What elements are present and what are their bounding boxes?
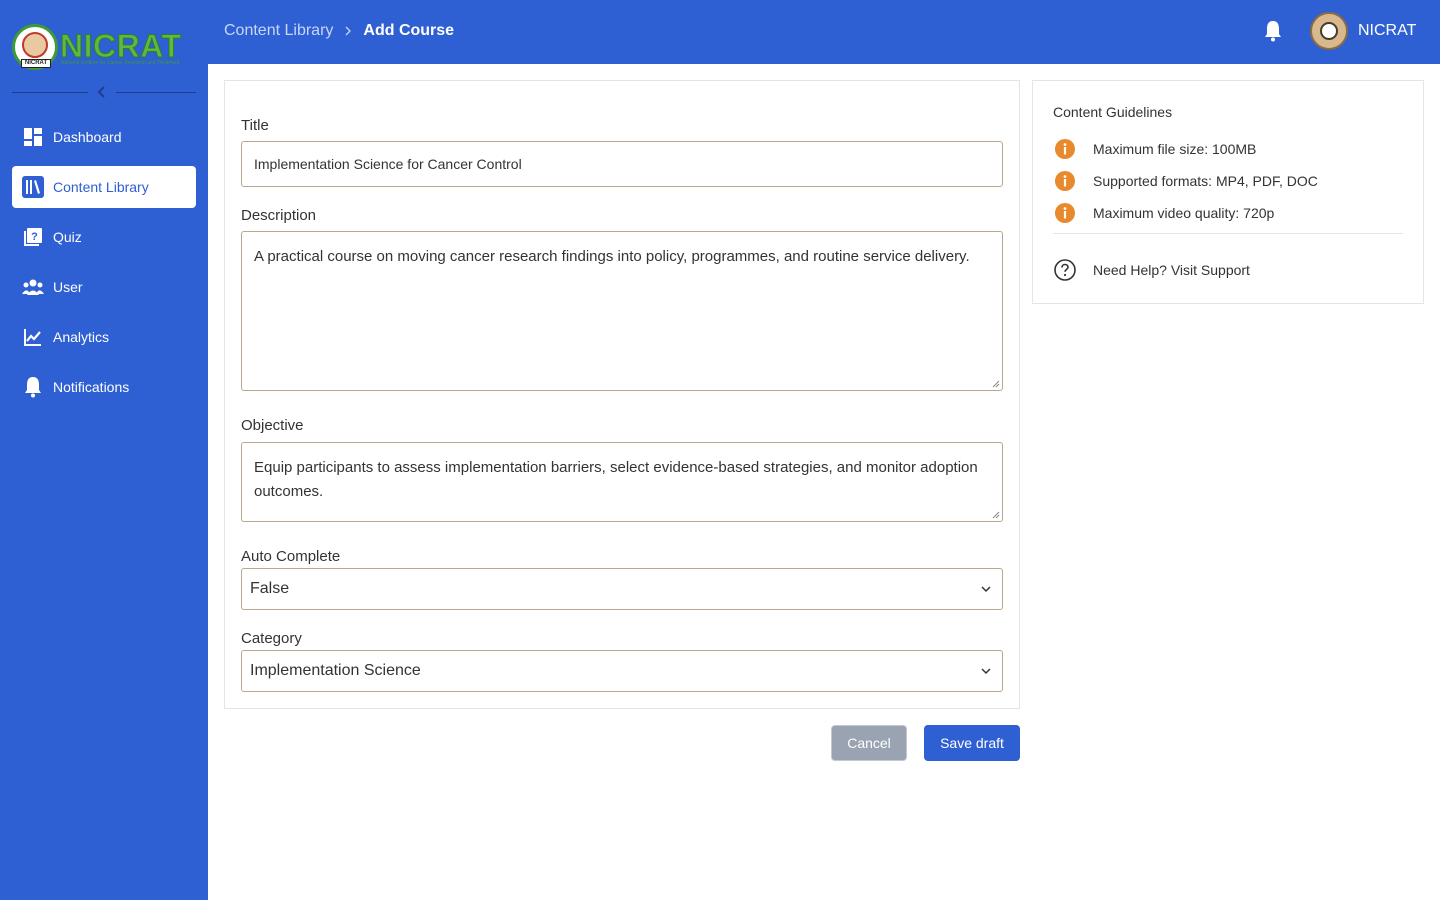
description-textarea[interactable]: A practical course on moving cancer rese… — [241, 231, 1003, 391]
sidebar-item-label: Analytics — [53, 329, 110, 345]
chevron-left-icon[interactable] — [94, 84, 110, 100]
chevron-down-icon — [981, 668, 991, 675]
guideline-text: Supported formats: MP4, PDF, DOC — [1093, 173, 1318, 189]
chevron-right-icon — [345, 26, 352, 36]
chevron-down-icon — [981, 586, 991, 593]
sidebar-item-label: Notifications — [53, 379, 130, 395]
logo-seal: NICRAT — [12, 24, 58, 70]
top-bar: Content Library Add Course NICRAT — [208, 0, 1440, 64]
sidebar-item-label: Dashboard — [53, 129, 122, 145]
guideline-item: Maximum video quality: 720p — [1053, 201, 1274, 225]
category-value: Implementation Science — [250, 662, 421, 679]
add-course-form: Title Implementation Science for Cancer … — [224, 80, 1020, 709]
description-label: Description — [241, 207, 317, 224]
bell-icon — [22, 376, 44, 398]
category-select[interactable]: Implementation Science — [241, 650, 1003, 692]
dashboard-icon — [22, 126, 44, 148]
breadcrumb-current: Add Course — [363, 22, 455, 39]
logo-subtitle: National Institute for Cancer Research a… — [61, 60, 180, 66]
info-icon — [1055, 171, 1075, 191]
guidelines-title: Content Guidelines — [1053, 104, 1173, 120]
sidebar-item-label: User — [53, 279, 83, 295]
help-link[interactable]: Need Help? Visit Support — [1053, 258, 1250, 282]
sidebar-item-notifications[interactable]: Notifications — [12, 366, 196, 408]
notification-bell-icon[interactable] — [1262, 20, 1284, 42]
divider — [1053, 233, 1403, 234]
resize-grip-icon[interactable] — [992, 511, 1000, 519]
breadcrumb-content-library[interactable]: Content Library — [224, 22, 333, 40]
sidebar-item-content-library[interactable]: Content Library — [12, 166, 196, 208]
sidebar-item-analytics[interactable]: Analytics — [12, 316, 196, 358]
title-input[interactable]: Implementation Science for Cancer Contro… — [241, 141, 1003, 187]
sidebar-item-label: Content Library — [53, 179, 149, 195]
quiz-icon: ? — [22, 226, 44, 248]
svg-text:?: ? — [31, 231, 38, 243]
objective-text: Equip participants to assess implementat… — [254, 459, 978, 500]
resize-grip-icon[interactable] — [992, 380, 1000, 388]
category-label: Category — [241, 630, 302, 647]
auto-complete-label: Auto Complete — [241, 548, 341, 565]
sidebar-nav: Dashboard Content Library ? Quiz User An… — [12, 116, 196, 416]
sidebar-item-quiz[interactable]: ? Quiz — [12, 216, 196, 258]
sidebar-collapse — [12, 84, 196, 100]
auto-complete-select[interactable]: False — [241, 568, 1003, 610]
sidebar: NICRAT NICRAT National Institute for Can… — [0, 0, 208, 900]
info-icon — [1055, 203, 1075, 223]
guideline-item: Maximum file size: 100MB — [1053, 137, 1256, 161]
nicrat-logo[interactable]: NICRAT NICRAT National Institute for Can… — [12, 24, 198, 74]
sidebar-item-dashboard[interactable]: Dashboard — [12, 116, 196, 158]
guideline-text: Maximum file size: 100MB — [1093, 141, 1257, 157]
library-icon — [22, 176, 44, 198]
guideline-item: Supported formats: MP4, PDF, DOC — [1053, 169, 1318, 193]
sidebar-item-user[interactable]: User — [12, 266, 196, 308]
user-name[interactable]: NICRAT — [1358, 22, 1416, 40]
cancel-button[interactable]: Cancel — [831, 725, 907, 761]
title-label: Title — [241, 117, 269, 134]
guideline-text: Maximum video quality: 720p — [1093, 205, 1275, 221]
description-text: A practical course on moving cancer rese… — [254, 248, 970, 265]
help-text: Need Help? Visit Support — [1093, 262, 1250, 278]
users-icon — [22, 276, 44, 298]
breadcrumb: Content Library Add Course — [224, 22, 454, 40]
help-circle-icon — [1054, 259, 1076, 281]
analytics-icon — [22, 326, 44, 348]
info-icon — [1055, 139, 1075, 159]
logo-seal-text: NICRAT — [21, 59, 51, 68]
avatar[interactable] — [1310, 12, 1348, 50]
sidebar-item-label: Quiz — [53, 229, 82, 245]
save-draft-button[interactable]: Save draft — [924, 725, 1020, 761]
objective-textarea[interactable]: Equip participants to assess implementat… — [241, 442, 1003, 522]
auto-complete-value: False — [250, 580, 290, 597]
content-guidelines-panel: Content Guidelines Maximum file size: 10… — [1032, 80, 1424, 304]
objective-label: Objective — [241, 417, 304, 434]
